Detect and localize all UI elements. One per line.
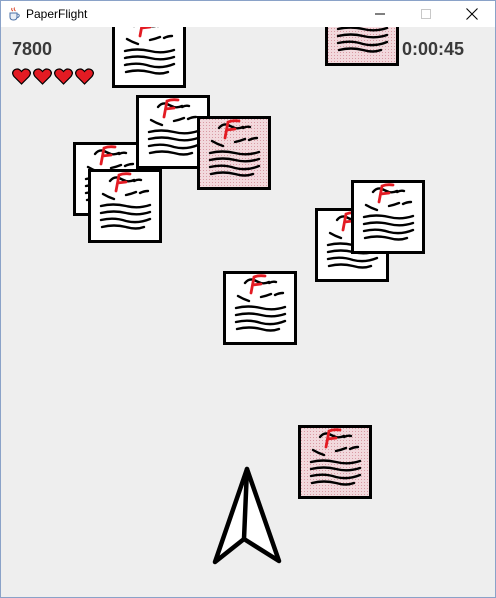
paper-airplane-icon xyxy=(212,466,282,565)
minimize-button[interactable] xyxy=(357,1,403,27)
enemy-paper xyxy=(88,169,162,243)
window-title: PaperFlight xyxy=(26,7,88,21)
enemy-paper-pink xyxy=(197,116,271,190)
heart-icon xyxy=(33,68,52,85)
heart-icon xyxy=(12,68,31,85)
enemy-paper xyxy=(112,27,186,88)
java-cup-icon xyxy=(7,7,21,21)
maximize-icon xyxy=(421,9,431,19)
score-display: 7800 xyxy=(12,39,53,59)
enemy-paper xyxy=(223,271,297,345)
title-bar[interactable]: PaperFlight xyxy=(1,1,495,27)
heart-icon xyxy=(54,68,73,85)
close-button[interactable] xyxy=(449,1,495,27)
maximize-button[interactable] xyxy=(403,1,449,27)
elapsed-time: 0:00:45 xyxy=(402,39,465,59)
heart-icon xyxy=(75,68,94,85)
close-icon xyxy=(466,8,478,20)
minimize-icon xyxy=(375,13,385,15)
lives-display xyxy=(12,68,94,85)
playfield xyxy=(73,27,425,565)
enemy-paper xyxy=(351,180,425,254)
enemy-paper-pink xyxy=(298,425,372,499)
game-canvas[interactable]: 7800 0:00:45 xyxy=(1,27,495,597)
game-window: PaperFlight 7800 0:00:45 xyxy=(0,0,496,598)
enemy-paper-pink xyxy=(325,27,399,66)
